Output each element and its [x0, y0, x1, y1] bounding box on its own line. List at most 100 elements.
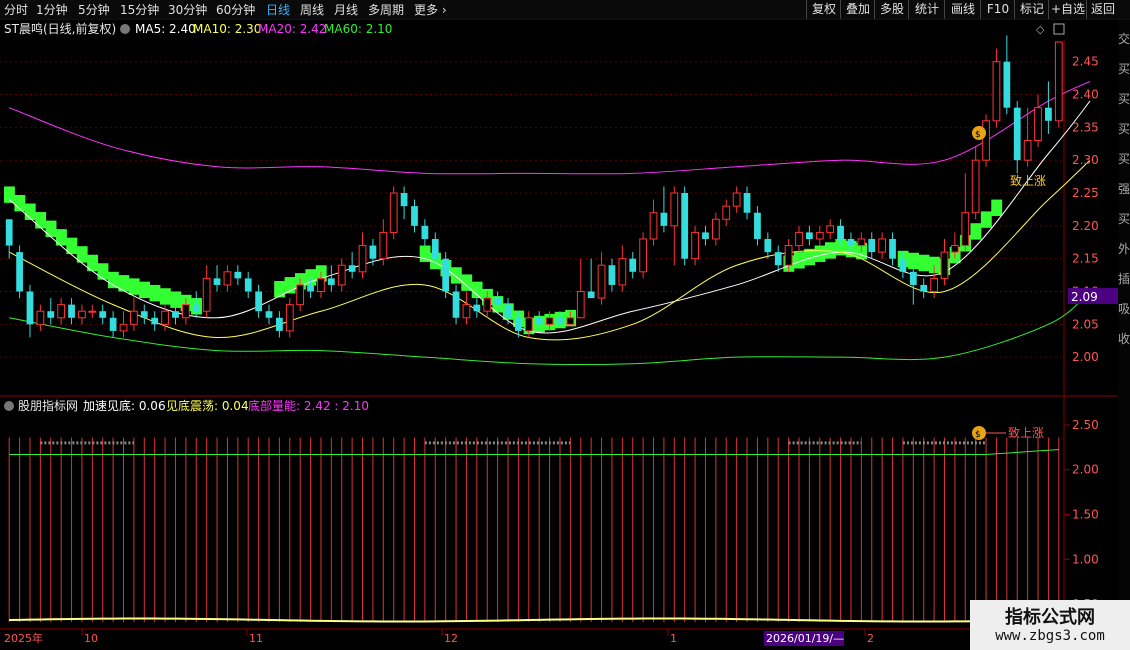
overlay-button[interactable]: 叠加	[840, 0, 875, 19]
indicator-tick-label: 2.00	[1072, 463, 1099, 477]
candle-body-up	[1054, 41, 1063, 122]
current-price-value: 2.09	[1071, 290, 1098, 304]
period-tab-multi[interactable]: 多周期	[368, 1, 404, 18]
period-tab-60min[interactable]: 60分钟	[216, 1, 255, 18]
candle-body-up	[57, 304, 66, 319]
candle-body-down	[504, 304, 512, 318]
candle-body-down	[837, 225, 844, 239]
candle-body-up	[119, 323, 128, 332]
candle-body-up	[202, 277, 211, 312]
band-segment	[24, 203, 36, 220]
f10-button[interactable]: F10	[980, 0, 1015, 19]
indicator-annotation: 致上涨	[1008, 425, 1044, 440]
date-label-nov: 11	[249, 632, 263, 645]
period-tab-daily[interactable]: 日线	[266, 1, 290, 18]
candle-body-up	[296, 284, 305, 306]
candle-body-down	[556, 317, 564, 325]
candle-body-down	[702, 232, 709, 239]
period-tab-more[interactable]: 更多 ›	[414, 1, 447, 18]
candle-body-up	[826, 225, 835, 233]
window-icon[interactable]	[1053, 23, 1065, 35]
band-segment	[159, 288, 171, 305]
sidebar-signal-char: 收	[1118, 332, 1130, 346]
period-toolbar: 分时 1分钟 5分钟 15分钟 30分钟 60分钟 日线 周线 月线 多周期 更…	[0, 0, 1130, 20]
candle-body-down	[348, 265, 356, 272]
expand-diamond-icon[interactable]: ◇	[1036, 23, 1045, 36]
chevron-right-icon: ›	[438, 3, 447, 17]
band-segment	[918, 254, 930, 272]
price-tick-label: 2.30	[1072, 153, 1099, 167]
candle-body-down	[411, 206, 418, 226]
period-tab-30min[interactable]: 30分钟	[168, 1, 207, 18]
date-label-year: 2025年	[4, 631, 43, 645]
band-segment	[45, 220, 57, 238]
candle-body-down	[327, 278, 335, 285]
period-tab-weekly[interactable]: 周线	[300, 1, 324, 18]
date-label-jan: 1	[670, 632, 677, 645]
candle-body-down	[68, 304, 75, 318]
candle-body-up	[784, 245, 793, 266]
period-tab-5min[interactable]: 5分钟	[78, 1, 110, 18]
multi-stock-button[interactable]: 多股	[874, 0, 909, 19]
candle-body-down	[265, 311, 273, 318]
period-tab-fenshi[interactable]: 分时	[4, 1, 28, 18]
sidebar-signal-char: 买	[1118, 122, 1130, 136]
price-axis: 2.452.402.352.302.252.202.152.102.052.00	[1072, 55, 1099, 364]
add-watchlist-button[interactable]: +自选	[1048, 0, 1087, 19]
collapse-toggle-icon[interactable]	[120, 24, 130, 34]
candle-body-down	[400, 193, 408, 207]
period-tab-monthly[interactable]: 月线	[334, 1, 358, 18]
candle-body-up	[337, 264, 346, 286]
statistics-button[interactable]: 统计	[908, 0, 945, 19]
candle-body-up	[982, 120, 990, 161]
grid-lines	[0, 40, 1065, 629]
candle-body-up	[649, 212, 658, 240]
cursor-date: 2026/01/19/—	[766, 632, 844, 645]
mark-button[interactable]: 标记	[1014, 0, 1049, 19]
indicator-label-2: 见底震荡: 0.04	[166, 398, 249, 413]
kline-chart[interactable]: ST晨鸣(日线,前复权) MA5: 2.40 MA10: 2.30 MA20: …	[0, 20, 1118, 650]
draw-line-button[interactable]: 画线	[944, 0, 981, 19]
candle-body-up	[940, 251, 949, 279]
band-segment	[980, 211, 992, 228]
candle-body-down	[99, 311, 107, 318]
back-button[interactable]: 返回	[1086, 0, 1119, 19]
sidebar-signal-char: 买	[1118, 62, 1130, 76]
price-tick-label: 2.40	[1072, 88, 1099, 102]
candle-body-down	[889, 238, 896, 259]
price-tick-label: 2.00	[1072, 350, 1099, 364]
candle-body-down	[764, 238, 772, 253]
watermark-url: www.zbgs3.com	[995, 628, 1105, 644]
sidebar-signal-char: 插	[1118, 272, 1130, 286]
indicator-toggle-icon[interactable]	[4, 401, 14, 411]
candle-body-up	[639, 238, 647, 273]
candle-body-down	[172, 311, 179, 318]
indicator-axis: 2.502.001.501.000.50	[1064, 418, 1099, 611]
candle-body-up	[951, 245, 959, 253]
date-label-oct: 10	[84, 632, 98, 645]
candle-body-down	[847, 238, 855, 246]
band-segment	[450, 267, 462, 284]
candle-body-down	[255, 291, 262, 312]
date-label-feb: 2	[867, 632, 874, 645]
sidebar-signal-char: 买	[1118, 212, 1130, 226]
candle-body-up	[181, 304, 190, 319]
sidebar-signal-char: 强	[1118, 182, 1130, 196]
candle-body-up	[930, 277, 938, 293]
sidebar-signal-char: 外	[1118, 242, 1130, 256]
price-tick-label: 2.35	[1072, 120, 1099, 134]
period-tab-1min[interactable]: 1分钟	[36, 1, 68, 18]
band-segment	[149, 284, 161, 302]
candle-body-down	[587, 291, 595, 299]
candle-body-up	[691, 231, 699, 260]
candle-body-down	[421, 225, 429, 239]
indicator-name: 股朋指标网	[18, 398, 78, 413]
candle-body-down	[307, 284, 314, 292]
candle-body-up	[722, 205, 731, 220]
period-tab-15min[interactable]: 15分钟	[120, 1, 159, 18]
candle-body-down	[244, 278, 252, 292]
candle-body-down	[234, 271, 242, 279]
fuquan-button[interactable]: 复权	[806, 0, 841, 19]
candle-body-down	[47, 311, 55, 318]
candle-body-up	[130, 310, 138, 325]
